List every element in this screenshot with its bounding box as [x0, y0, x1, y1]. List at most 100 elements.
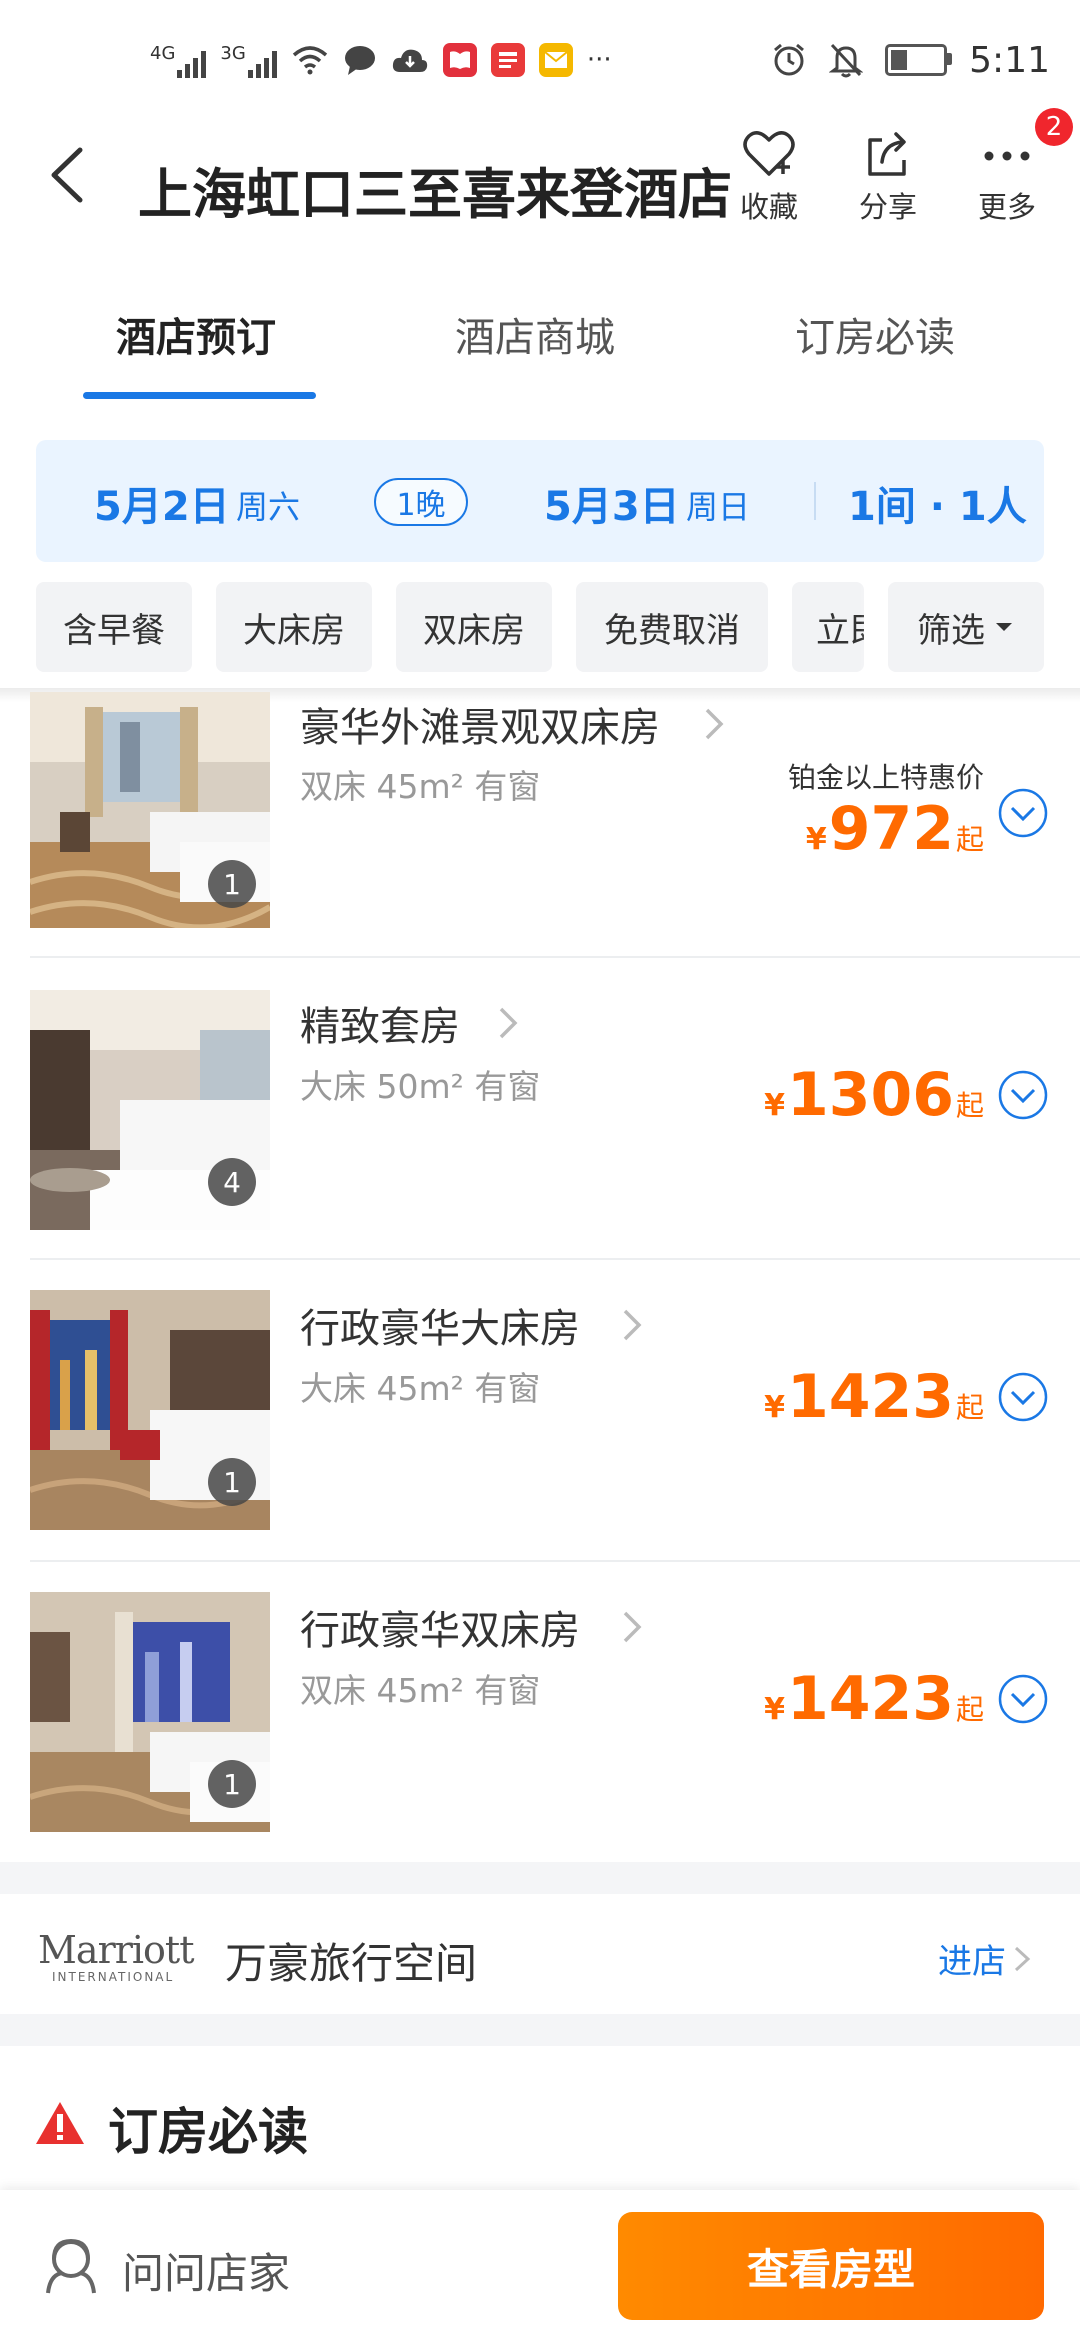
share-label: 分享	[858, 190, 917, 224]
room-photo[interactable]: 1	[30, 1290, 270, 1530]
news-app-icon	[490, 43, 525, 77]
member-promo: 铂金以上特惠价	[787, 761, 984, 794]
price-value: 1423	[786, 1362, 954, 1432]
mail-app-icon	[538, 43, 573, 77]
room-name[interactable]: 行政豪华双床房	[300, 1598, 580, 1656]
room-card[interactable]: 1 豪华外滩景观双床房 双床 45m² 有窗 铂金以上特惠价 ¥ 972 起	[0, 692, 1080, 958]
logo-text: Marriott	[38, 1928, 194, 1972]
room-card[interactable]: 1 行政豪华双床房 双床 45m² 有窗 ¥ 1423 起	[0, 1564, 1080, 1860]
room-meta: 双床 45m² 有窗	[300, 1671, 541, 1710]
chevron-right-icon	[623, 1309, 642, 1341]
chevron-right-icon	[499, 1007, 518, 1039]
expand-chevron-icon[interactable]	[998, 788, 1048, 838]
room-name[interactable]: 豪华外滩景观双床房	[300, 695, 660, 753]
room-meta: 大床 45m² 有窗	[300, 1369, 541, 1408]
price-suffix: 起	[955, 1693, 984, 1726]
checkin-date[interactable]: 5月2日	[94, 474, 230, 532]
filter-twin-bed[interactable]: 双床房	[396, 582, 552, 672]
back-icon[interactable]	[40, 140, 100, 210]
logo-sub: INTERNATIONAL	[52, 1970, 175, 1984]
share-icon	[868, 132, 906, 176]
expand-chevron-icon[interactable]	[998, 1372, 1048, 1422]
price-suffix: 起	[955, 823, 984, 856]
photo-count-badge: 1	[208, 1760, 256, 1808]
status-bar-right: 5:11	[771, 36, 1050, 84]
checkin-weekday: 周六	[236, 488, 301, 526]
room-price: ¥ 1306 起	[764, 1060, 984, 1130]
heart-icon	[743, 131, 795, 176]
expand-chevron-icon[interactable]	[998, 1070, 1048, 1120]
room-card[interactable]: 4 精致套房 大床 50m² 有窗 ¥ 1306 起	[0, 960, 1080, 1260]
enter-store-link[interactable]: 进店	[938, 1934, 1032, 1983]
notice-title: 订房必读	[108, 2103, 308, 2161]
date-selector[interactable]: 5月2日 周六 1晚 5月3日 周日 1间 · 1人	[36, 440, 1044, 562]
active-tab-indicator	[83, 392, 316, 399]
tab-booking-notice[interactable]: 订房必读	[795, 305, 955, 363]
checkout-weekday: 周日	[686, 488, 751, 526]
price-suffix: 起	[955, 1089, 984, 1122]
room-price: ¥ 1423 起	[764, 1362, 984, 1432]
signal-4g: 4G	[150, 42, 207, 78]
row-divider	[30, 1258, 1080, 1260]
status-time: 5:11	[969, 39, 1050, 81]
message-icon	[344, 46, 375, 75]
room-price: ¥ 1423 起	[764, 1664, 984, 1734]
price-value: 1423	[786, 1664, 954, 1734]
wifi-icon	[292, 46, 327, 75]
row-divider	[30, 956, 1080, 958]
room-name[interactable]: 精致套房	[300, 994, 460, 1052]
filter-free-cancel[interactable]: 免费取消	[576, 582, 768, 672]
room-name[interactable]: 行政豪华大床房	[300, 1296, 580, 1354]
status-bar-left: 4G 3G ···	[150, 40, 612, 80]
alarm-icon	[774, 43, 805, 76]
room-photo[interactable]: 4	[30, 990, 270, 1230]
tab-hotel-mall[interactable]: 酒店商城	[455, 305, 615, 363]
section-separator	[0, 1862, 1080, 1894]
signal-bars-icon	[247, 48, 277, 78]
price-currency: ¥	[805, 822, 827, 857]
expand-chevron-icon[interactable]	[998, 1674, 1048, 1724]
tab-hotel-booking[interactable]: 酒店预订	[116, 305, 276, 363]
room-card[interactable]: 1 行政豪华大床房 大床 45m² 有窗 ¥ 1423 起	[0, 1262, 1080, 1562]
price-currency: ¥	[764, 1390, 785, 1425]
room-photo[interactable]: 1	[30, 692, 270, 928]
warning-icon	[36, 2102, 84, 2144]
signal-bars-icon	[177, 48, 207, 78]
reader-app-icon	[442, 43, 477, 77]
more-icon	[984, 151, 1030, 161]
hotel-title: 上海虹口三至喜来登酒店	[138, 163, 732, 226]
ask-host-button[interactable]: 问问店家	[122, 2240, 290, 2301]
checkout-date[interactable]: 5月3日	[544, 474, 680, 532]
mute-icon	[829, 43, 864, 78]
date-divider	[814, 482, 816, 520]
price-value: 972	[828, 794, 954, 864]
favorite-button[interactable]: 收藏	[714, 128, 824, 228]
occupancy-selector[interactable]: 1间 · 1人	[848, 474, 1027, 532]
chevron-right-icon	[623, 1611, 642, 1643]
caret-down-icon	[996, 623, 1012, 631]
nights-badge: 1晚	[374, 478, 468, 526]
customer-service-icon[interactable]	[40, 2233, 102, 2297]
price-value: 1306	[786, 1060, 954, 1130]
battery-icon	[885, 44, 953, 76]
room-meta: 双床 45m² 有窗	[300, 767, 541, 806]
cloud-icon	[392, 49, 427, 72]
more-notifications: ···	[586, 45, 612, 75]
price-currency: ¥	[764, 1088, 785, 1123]
filter-button-label: 筛选	[917, 610, 985, 651]
section-separator	[0, 2014, 1080, 2046]
marriott-logo: Marriott INTERNATIONAL	[38, 1930, 198, 1990]
filter-king-bed[interactable]: 大床房	[216, 582, 372, 672]
more-label: 更多	[977, 190, 1036, 224]
filter-breakfast[interactable]: 含早餐	[36, 582, 192, 672]
room-photo[interactable]: 1	[30, 1592, 270, 1832]
filter-instant-confirm[interactable]: 立即确认	[792, 582, 864, 672]
view-room-types-button[interactable]: 查看房型	[618, 2212, 1044, 2320]
photo-count-badge: 1	[208, 1458, 256, 1506]
share-button[interactable]: 分享	[833, 128, 943, 228]
filter-button[interactable]: 筛选	[888, 582, 1044, 672]
room-price: ¥ 972 起	[806, 794, 984, 864]
chevron-right-icon	[705, 708, 724, 740]
signal-4g-label: 4G	[150, 42, 176, 64]
price-suffix: 起	[955, 1391, 984, 1424]
